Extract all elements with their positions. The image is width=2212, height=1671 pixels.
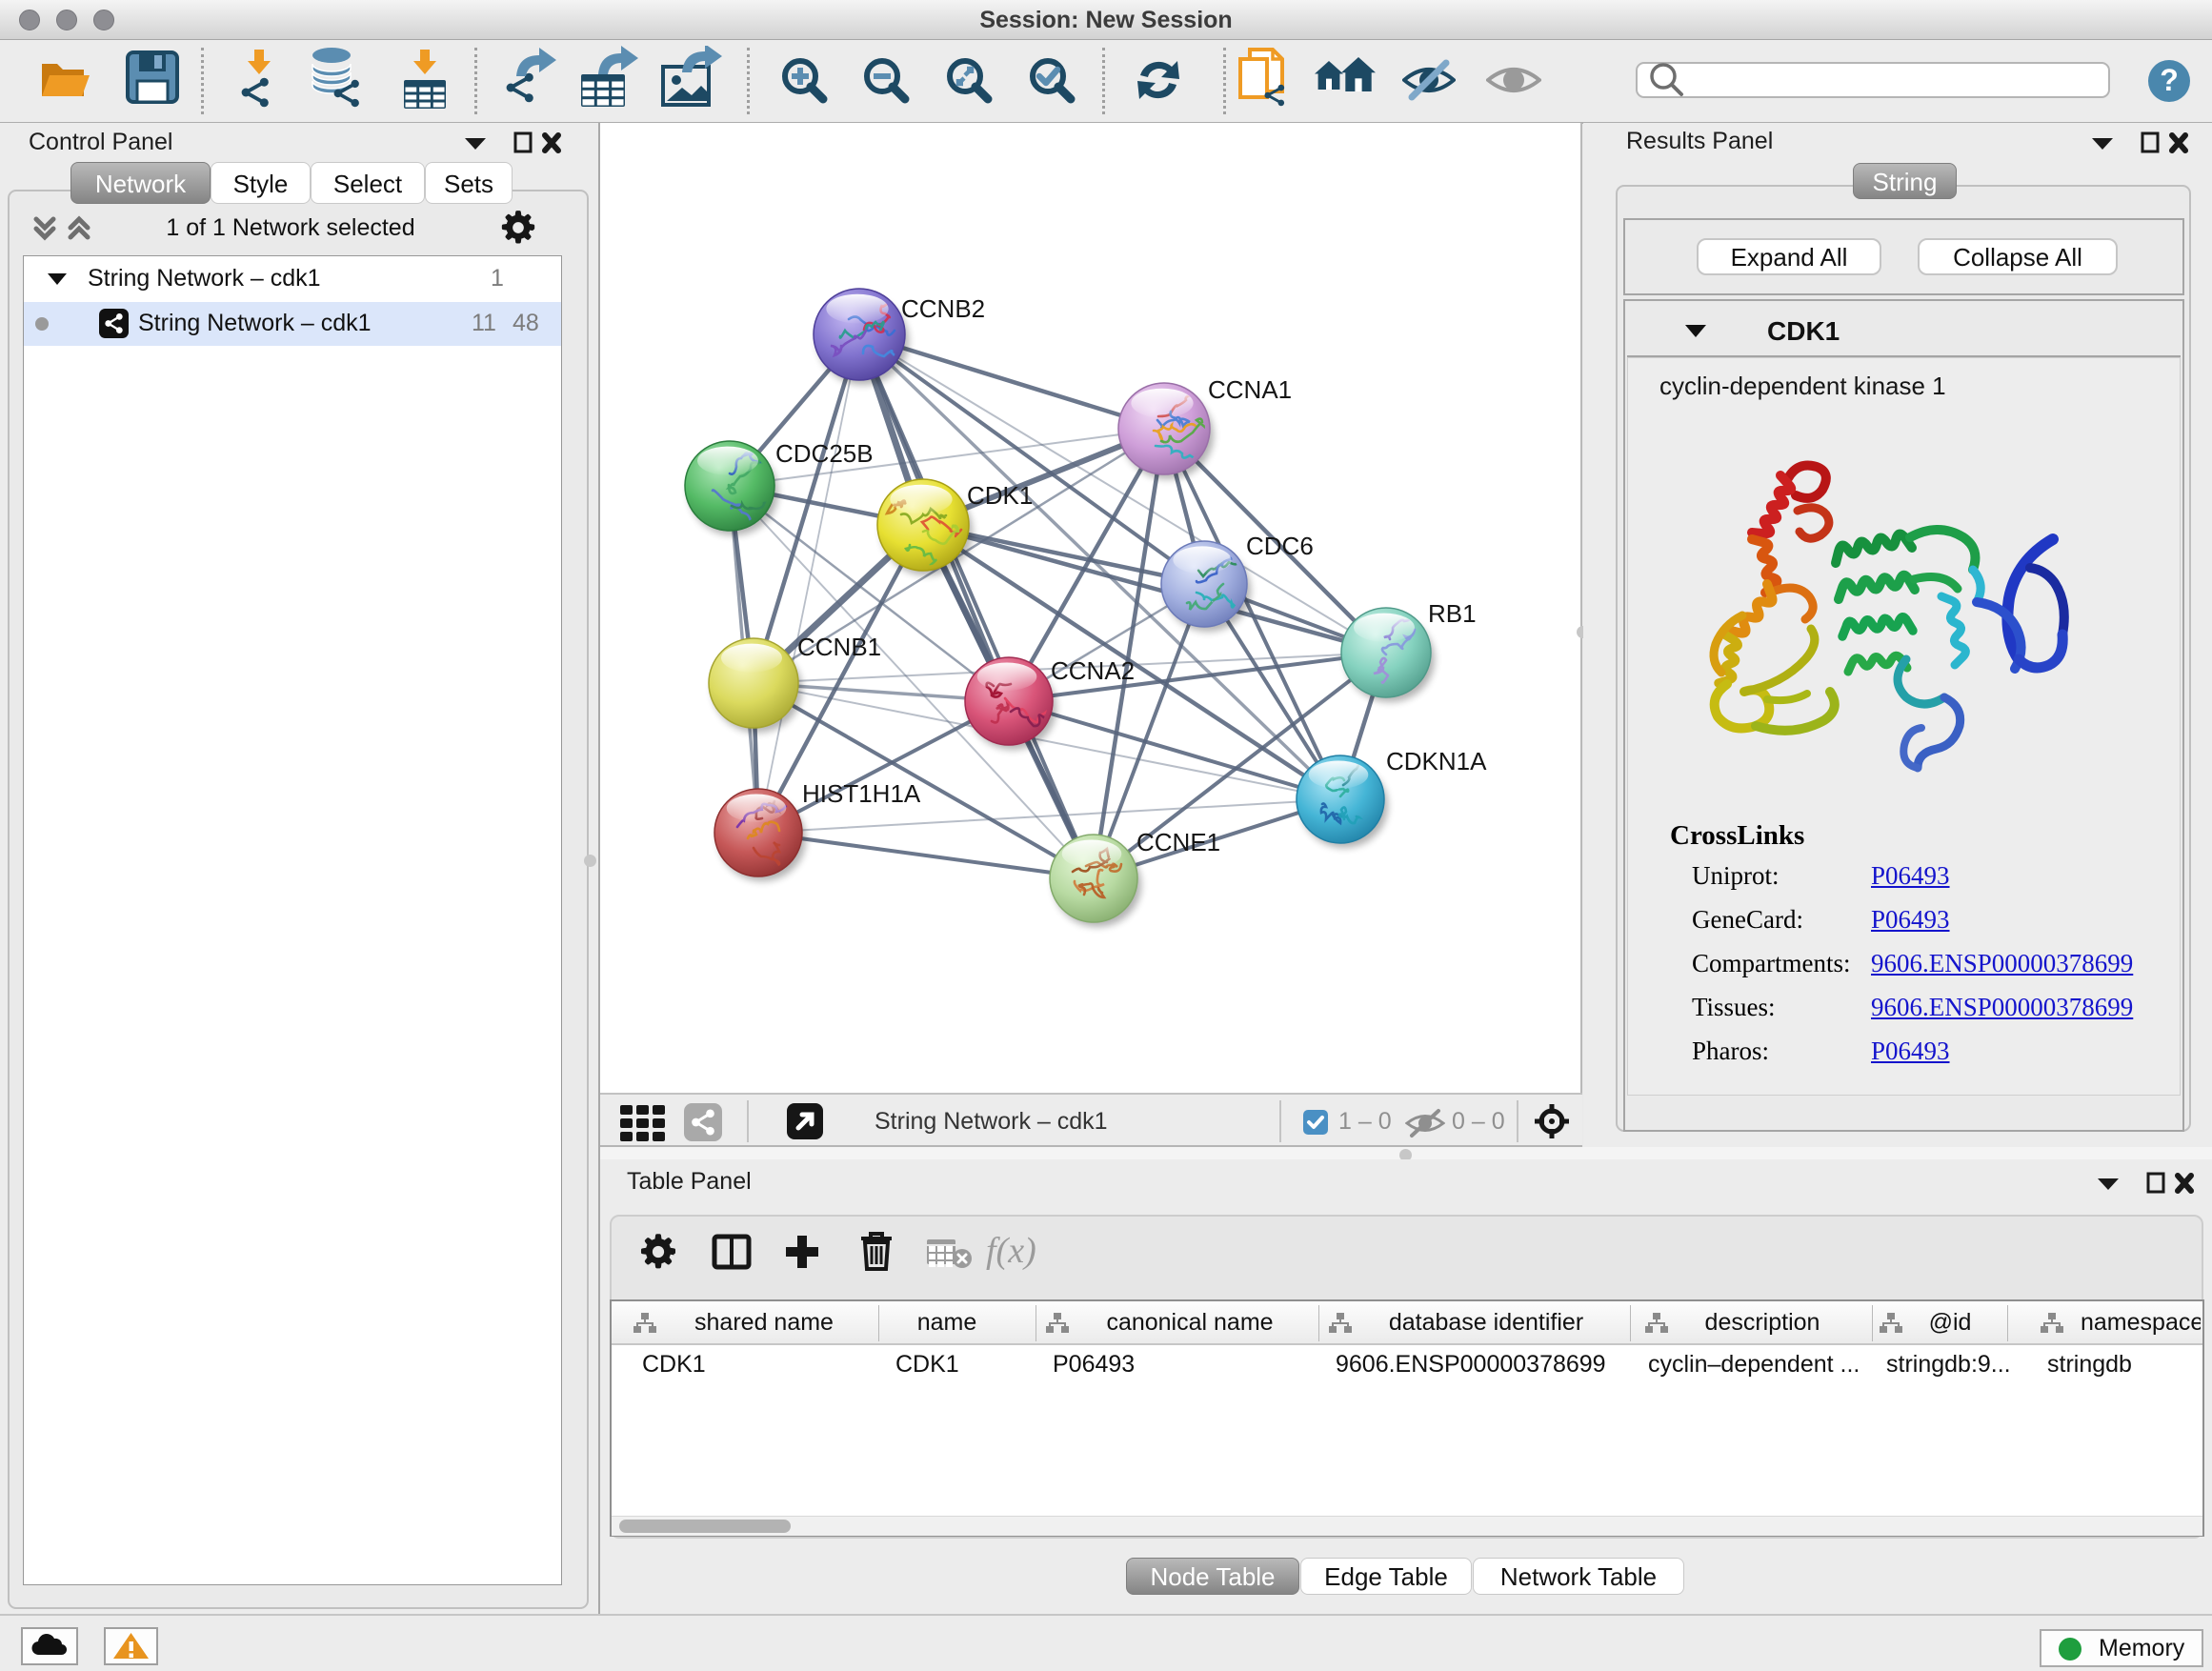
svg-text:CDC6: CDC6 bbox=[1246, 532, 1314, 560]
svg-text:CCNA2: CCNA2 bbox=[1051, 656, 1135, 685]
svg-text:CDKN1A: CDKN1A bbox=[1386, 747, 1487, 775]
svg-text:CDK1: CDK1 bbox=[967, 481, 1033, 510]
svg-text:CCNB2: CCNB2 bbox=[901, 294, 985, 323]
svg-text:CCNE1: CCNE1 bbox=[1136, 828, 1220, 856]
svg-text:CCNB1: CCNB1 bbox=[797, 633, 881, 661]
svg-text:HIST1H1A: HIST1H1A bbox=[802, 779, 921, 808]
svg-text:CDC25B: CDC25B bbox=[775, 439, 874, 468]
svg-text:?: ? bbox=[2160, 63, 2179, 97]
svg-text:RB1: RB1 bbox=[1428, 599, 1477, 628]
svg-text:CCNA1: CCNA1 bbox=[1208, 375, 1292, 404]
